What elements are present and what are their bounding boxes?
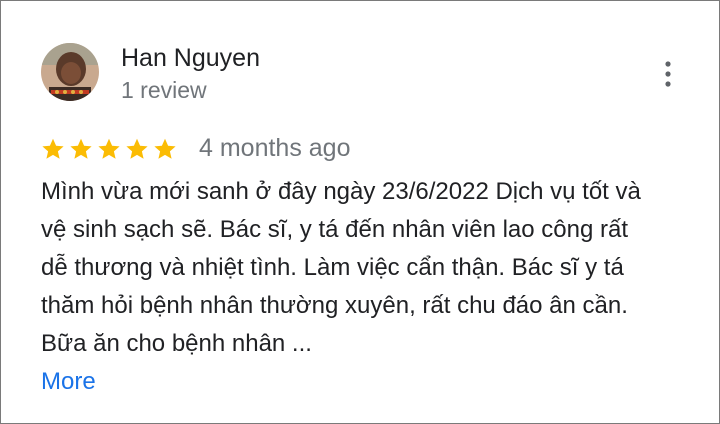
review-text-line: dễ thương và nhiệt tình. Làm việc cẩn th… bbox=[41, 254, 624, 281]
review-card: Han Nguyen 1 review 4 months ago Mình vừ… bbox=[0, 0, 720, 424]
user-photo-avatar[interactable] bbox=[41, 43, 99, 101]
review-text-line: Mình vừa mới sanh ở đây ngày 23/6/2022 D… bbox=[41, 178, 641, 205]
star-icon bbox=[126, 138, 148, 159]
review-date: 4 months ago bbox=[199, 134, 351, 162]
review-text: Mình vừa mới sanh ở đây ngày 23/6/2022 D… bbox=[41, 173, 691, 363]
star-icon bbox=[70, 138, 92, 159]
review-text-line: vệ sinh sạch sẽ. Bác sĩ, y tá đến nhân v… bbox=[41, 216, 629, 243]
more-link[interactable]: More bbox=[41, 365, 96, 399]
star-icon bbox=[98, 138, 120, 159]
star-icon bbox=[154, 138, 176, 159]
star-icon bbox=[42, 138, 64, 159]
more-vert-icon[interactable] bbox=[653, 57, 683, 91]
review-text-line: thăm hỏi bệnh nhân thường xuyên, rất chu… bbox=[41, 292, 628, 319]
author-review-count[interactable]: 1 review bbox=[121, 75, 207, 105]
review-text-line: Bữa ăn cho bệnh nhân ... bbox=[41, 330, 312, 357]
author-name[interactable]: Han Nguyen bbox=[121, 42, 260, 74]
star-rating bbox=[41, 135, 177, 163]
